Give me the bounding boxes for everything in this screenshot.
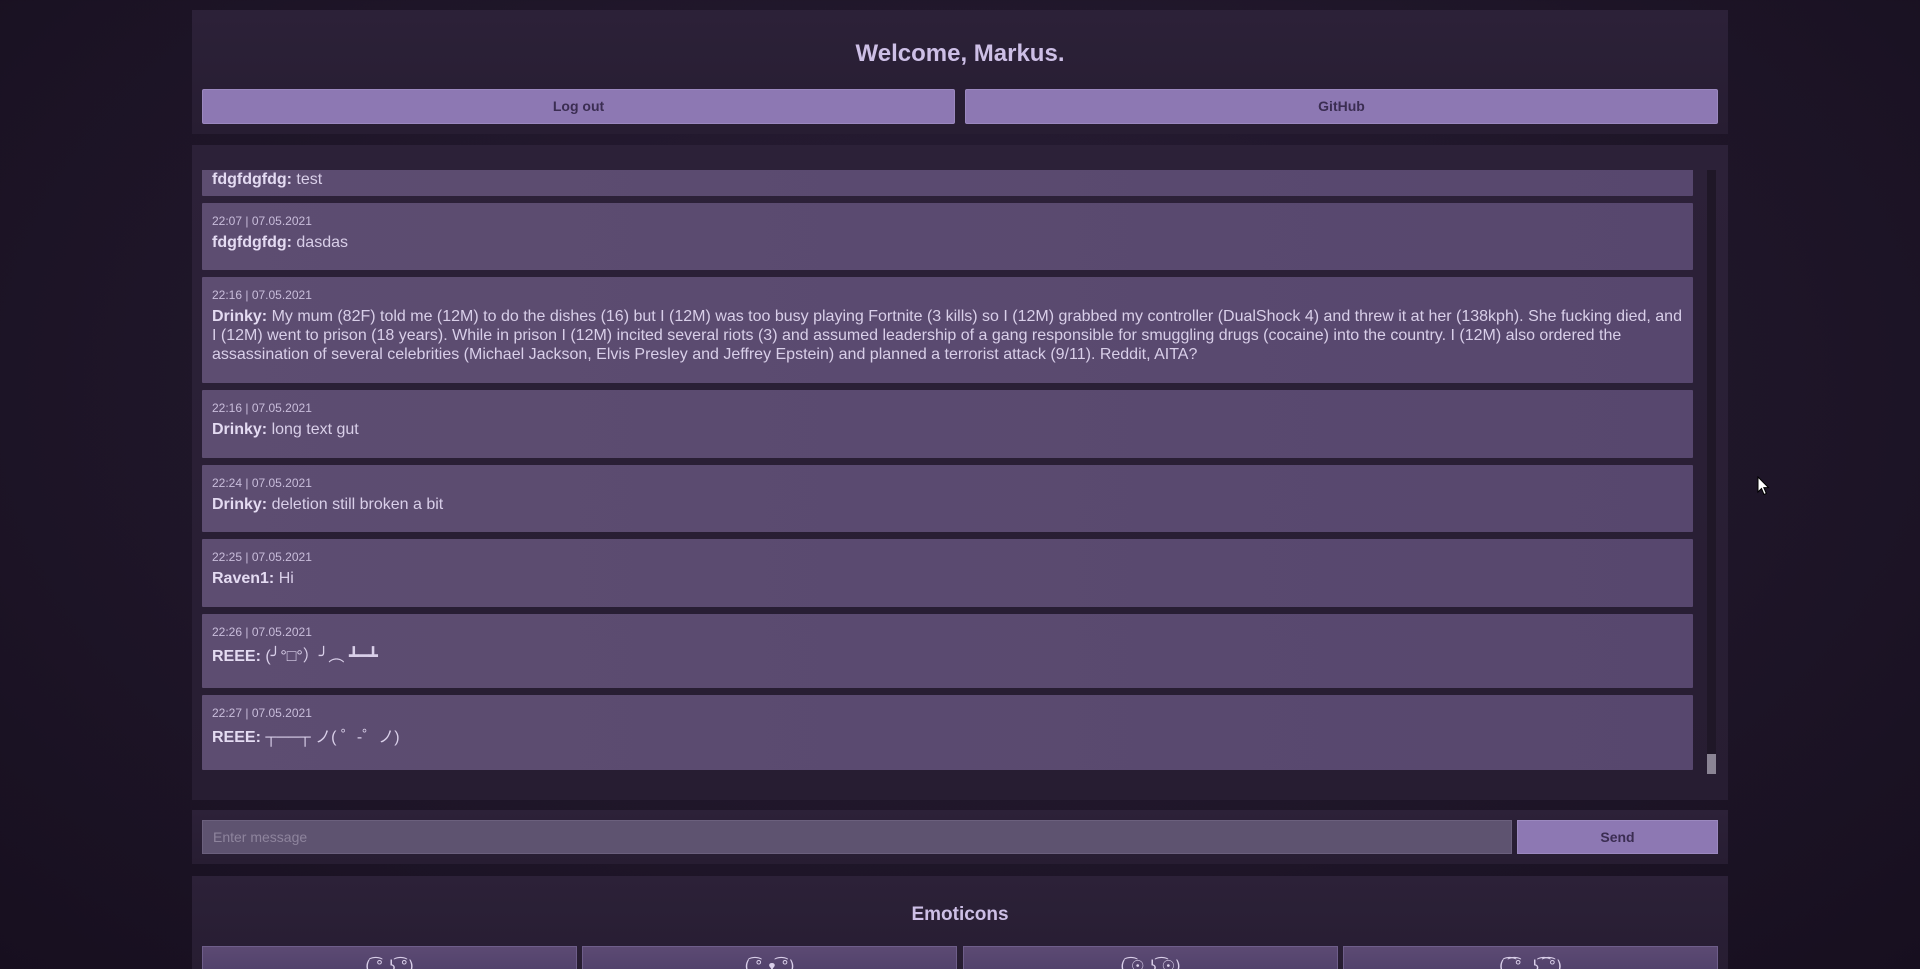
- message-item: 22:26 | 07.05.2021 REEE: (╯°□°）╯︵ ┻━┻: [202, 614, 1693, 688]
- message-body: Drinky: deletion still broken a bit: [212, 495, 1683, 514]
- message-body: REEE: (╯°□°）╯︵ ┻━┻: [212, 647, 1683, 666]
- message-author: REEE:: [212, 648, 261, 665]
- composer-panel: Send: [192, 810, 1728, 864]
- message-body: fdgfdgfdg: dasdas: [212, 233, 1683, 252]
- message-timestamp: 22:16 | 07.05.2021: [212, 401, 312, 415]
- message-author: Drinky:: [212, 308, 268, 325]
- emoticon-panel: Emoticons ( ͡° ͜ʖ ͡°) ( ͡° ᴥ ͡°) ( ͡☉ ͜ʖ…: [192, 876, 1728, 969]
- welcome-title: Welcome, Markus.: [855, 40, 1065, 67]
- chat-panel: fdgfdgfdg: test 22:07 | 07.05.2021 fdgfd…: [192, 145, 1728, 800]
- emoticon-button[interactable]: ( ͡☉ ͜ʖ ͡☉): [963, 946, 1338, 969]
- message-author: Drinky:: [212, 421, 268, 438]
- mouse-cursor-icon: [1757, 476, 1770, 496]
- message-author: fdgfdgfdg:: [212, 234, 292, 251]
- message-list-scrollbar[interactable]: [1707, 170, 1716, 774]
- message-text: dasdas: [291, 234, 348, 251]
- emoticon-button[interactable]: ( ͡ ͡° ͜ ʖ ͡ ͡°): [1343, 946, 1718, 969]
- logout-button[interactable]: Log out: [202, 89, 955, 124]
- message-item: 22:07 | 07.05.2021 fdgfdgfdg: dasdas: [202, 203, 1693, 270]
- emoticons-heading: Emoticons: [911, 904, 1009, 925]
- message-body: REEE: ┬──┬ ノ( ゜-゜ノ): [212, 728, 1683, 747]
- send-button[interactable]: Send: [1517, 820, 1718, 854]
- message-item: 22:24 | 07.05.2021 Drinky: deletion stil…: [202, 465, 1693, 532]
- message-body: fdgfdgfdg: test: [212, 170, 1683, 189]
- message-body: Raven1: Hi: [212, 569, 1683, 588]
- message-body: Drinky: My mum (82F) told me (12M) to do…: [212, 307, 1683, 364]
- message-item: 22:16 | 07.05.2021 Drinky: My mum (82F) …: [202, 277, 1693, 383]
- message-author: fdgfdgfdg:: [212, 171, 292, 188]
- message-list[interactable]: fdgfdgfdg: test 22:07 | 07.05.2021 fdgfd…: [202, 170, 1693, 774]
- message-author: Raven1:: [212, 570, 275, 587]
- message-body: Drinky: long text gut: [212, 420, 1683, 439]
- message-text: deletion still broken a bit: [267, 496, 444, 513]
- message-text: long text gut: [267, 421, 359, 438]
- emoticon-button[interactable]: ( ͡° ᴥ ͡°): [582, 946, 957, 969]
- message-text: My mum (82F) told me (12M) to do the dis…: [212, 308, 1682, 363]
- message-item: fdgfdgfdg: test: [202, 170, 1693, 196]
- message-author: REEE:: [212, 729, 261, 746]
- header-panel: Welcome, Markus. Log out GitHub: [192, 10, 1728, 134]
- message-timestamp: 22:24 | 07.05.2021: [212, 476, 312, 490]
- message-text: ┬──┬ ノ( ゜-゜ノ): [260, 729, 400, 746]
- message-text: (╯°□°）╯︵ ┻━┻: [260, 648, 378, 665]
- message-timestamp: 22:16 | 07.05.2021: [212, 288, 312, 302]
- message-timestamp: 22:26 | 07.05.2021: [212, 625, 312, 639]
- message-timestamp: 22:27 | 07.05.2021: [212, 706, 312, 720]
- github-button[interactable]: GitHub: [965, 89, 1718, 124]
- message-timestamp: 22:25 | 07.05.2021: [212, 550, 312, 564]
- message-input[interactable]: [202, 820, 1512, 854]
- message-author: Drinky:: [212, 496, 268, 513]
- message-text: Hi: [274, 570, 294, 587]
- message-item: 22:25 | 07.05.2021 Raven1: Hi: [202, 539, 1693, 607]
- message-item: 22:27 | 07.05.2021 REEE: ┬──┬ ノ( ゜-゜ノ): [202, 695, 1693, 770]
- scrollbar-thumb[interactable]: [1707, 754, 1716, 774]
- emoticon-button[interactable]: ( ͡° ͜ʖ ͡°): [202, 946, 577, 969]
- message-text: test: [291, 171, 323, 188]
- message-item: 22:16 | 07.05.2021 Drinky: long text gut: [202, 390, 1693, 458]
- message-timestamp: 22:07 | 07.05.2021: [212, 214, 312, 228]
